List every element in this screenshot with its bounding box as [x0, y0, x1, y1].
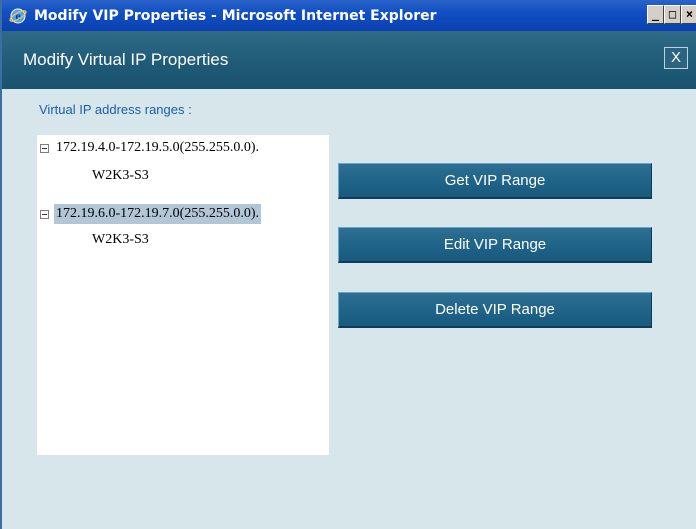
window-controls: _ □ ×	[647, 5, 696, 24]
range-label[interactable]: 172.19.4.0-172.19.5.0(255.255.0.0).	[54, 138, 261, 158]
edit-vip-range-button[interactable]: Edit VIP Range	[338, 227, 652, 263]
dialog-header: Modify Virtual IP Properties X	[2, 31, 696, 89]
collapse-icon[interactable]	[40, 209, 49, 219]
tree-node-child[interactable]: W2K3-S3	[92, 168, 149, 184]
vip-range-tree[interactable]: 172.19.4.0-172.19.5.0(255.255.0.0). W2K3…	[37, 135, 329, 455]
tree-node-range-1[interactable]: 172.19.4.0-172.19.5.0(255.255.0.0).	[37, 135, 261, 161]
tree-node-range-2[interactable]: 172.19.6.0-172.19.7.0(255.255.0.0).	[37, 201, 261, 227]
ie-title-bar[interactable]: e Modify VIP Properties - Microsoft Inte…	[2, 0, 696, 31]
internet-explorer-icon: e	[6, 4, 30, 28]
vip-properties-window: e Modify VIP Properties - Microsoft Inte…	[0, 0, 696, 529]
minimize-button[interactable]: _	[647, 5, 664, 24]
window-title: Modify VIP Properties - Microsoft Intern…	[34, 7, 437, 24]
range-label-selected[interactable]: 172.19.6.0-172.19.7.0(255.255.0.0).	[54, 204, 261, 224]
maximize-button[interactable]: □	[664, 5, 681, 24]
collapse-icon[interactable]	[40, 143, 49, 153]
close-window-button[interactable]: ×	[681, 5, 696, 24]
dialog-close-button[interactable]: X	[664, 47, 688, 69]
get-vip-range-button[interactable]: Get VIP Range	[338, 163, 652, 199]
delete-vip-range-button[interactable]: Delete VIP Range	[338, 292, 652, 328]
dialog-title: Modify Virtual IP Properties	[23, 50, 229, 69]
vip-ranges-label: Virtual IP address ranges :	[39, 102, 192, 117]
tree-node-child[interactable]: W2K3-S3	[92, 232, 149, 248]
